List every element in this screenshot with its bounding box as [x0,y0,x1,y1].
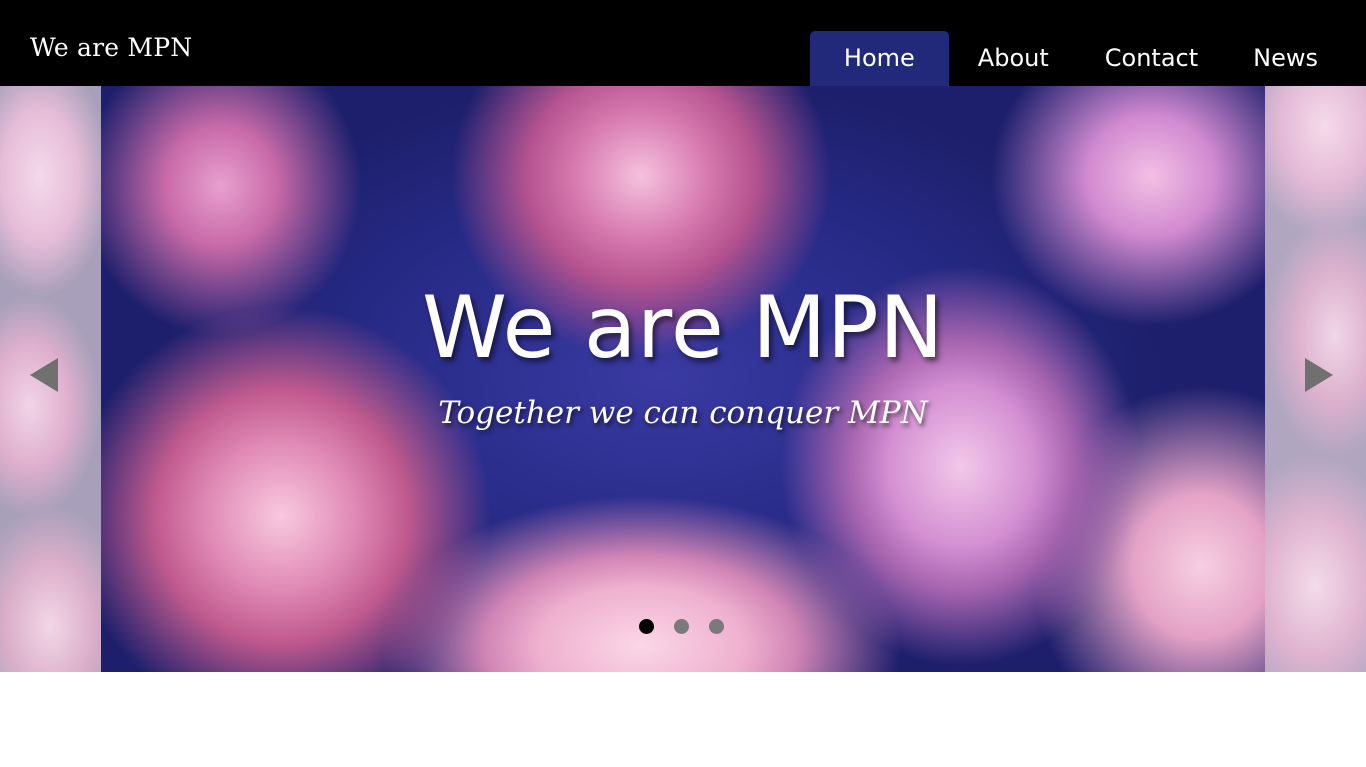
slide-dot-1[interactable] [639,619,654,634]
site-logo-text[interactable]: We are MPN [30,31,192,65]
nav-about[interactable]: About [949,31,1078,86]
hero-image-cells [101,86,1265,672]
main-nav: Home About Contact News [809,31,1346,86]
hero-slider: We are MPN Together we can conquer MPN [0,86,1366,672]
hero-subtitle: Together we can conquer MPN [438,395,928,431]
nav-home[interactable]: Home [809,31,949,86]
next-arrow-icon[interactable] [1305,358,1333,392]
slide-dot-3[interactable] [709,619,724,634]
nav-news[interactable]: News [1225,31,1346,86]
page-content-area [0,672,1366,767]
slide-dot-2[interactable] [674,619,689,634]
slider-dots [639,619,724,634]
nav-contact[interactable]: Contact [1078,31,1225,86]
site-header: We are MPN Home About Contact News [0,0,1366,86]
hero-title: We are MPN [421,278,945,378]
prev-arrow-icon[interactable] [30,358,58,392]
